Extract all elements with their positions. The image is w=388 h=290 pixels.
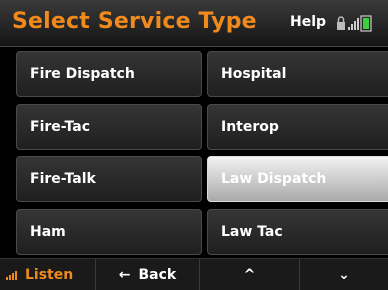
service-type-grid: Fire Dispatch Hospital Fire-Tac Interop …	[0, 47, 388, 255]
back-label: Back	[138, 266, 177, 283]
signal-bars-icon	[348, 18, 359, 30]
service-button-hospital[interactable]: Hospital	[207, 51, 388, 97]
signal-bars-icon	[6, 270, 17, 280]
battery-icon	[360, 15, 372, 32]
left-arrow-icon: ←	[118, 266, 131, 283]
page-title: Select Service Type	[12, 9, 257, 34]
service-button-ham[interactable]: Ham	[16, 209, 202, 255]
header-bar: Select Service Type Help	[0, 0, 388, 47]
service-button-fire-tac[interactable]: Fire-Tac	[16, 104, 202, 150]
up-arrow-icon: ^	[243, 266, 256, 283]
service-button-law-tac[interactable]: Law Tac	[207, 209, 388, 255]
service-button-interop[interactable]: Interop	[207, 104, 388, 150]
listen-button[interactable]: Listen	[0, 259, 96, 290]
back-button[interactable]: ← Back	[96, 259, 200, 290]
lock-icon	[337, 16, 345, 30]
status-area	[336, 14, 388, 34]
listen-label: Listen	[25, 266, 74, 283]
softkey-bar: Listen ← Back ^ ⌄	[0, 258, 388, 290]
scroll-down-button[interactable]: ⌄	[300, 259, 388, 290]
service-button-fire-dispatch[interactable]: Fire Dispatch	[16, 51, 202, 97]
help-button[interactable]: Help	[290, 14, 326, 30]
service-button-law-dispatch[interactable]: Law Dispatch	[207, 156, 388, 202]
down-arrow-icon: ⌄	[338, 266, 350, 283]
service-button-fire-talk[interactable]: Fire-Talk	[16, 156, 202, 202]
scroll-up-button[interactable]: ^	[200, 259, 300, 290]
